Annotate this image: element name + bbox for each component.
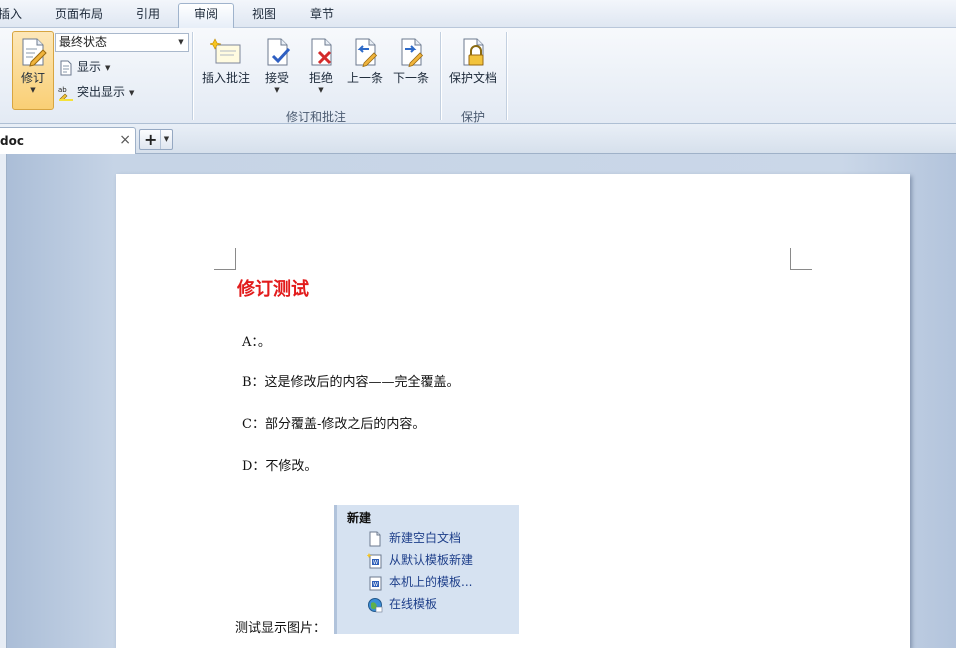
panel-item-label: 从默认模板新建 — [389, 553, 474, 567]
svg-text:W: W — [373, 560, 378, 566]
svg-text:ab: ab — [58, 86, 67, 94]
chevron-down-icon: ▼ — [274, 86, 280, 94]
group-label-protect: 保护 — [460, 110, 485, 124]
highlight-label: 突出显示 — [77, 85, 126, 99]
document-tab-name: doc — [0, 134, 24, 148]
chevron-down-icon: ▼ — [318, 86, 324, 94]
panel-item-local-templates: W 本机上的模板... — [367, 573, 472, 591]
template-icon: W — [369, 576, 382, 590]
insert-comment-button[interactable]: 插入批注 — [198, 32, 254, 102]
tab-insert[interactable]: 插入 — [0, 5, 24, 27]
menu-bar: 插入 页面布局 引用 审阅 视图 章节 — [0, 0, 956, 28]
lock-icon — [463, 38, 484, 66]
new-tab-button[interactable]: + ▼ — [139, 129, 173, 150]
tab-references[interactable]: 引用 — [128, 5, 168, 27]
reject-button[interactable]: 拒绝 ▼ — [302, 32, 340, 102]
next-icon — [401, 38, 424, 68]
protect-document-button[interactable]: 保护文档 — [446, 32, 500, 102]
reject-label: 拒绝 — [308, 71, 333, 85]
accept-label: 接受 — [264, 71, 289, 85]
panel-title: 新建 — [347, 511, 372, 525]
next-change-label: 下一条 — [392, 71, 429, 85]
panel-item-label: 本机上的模板... — [389, 575, 473, 589]
panel-item-label: 在线模板 — [389, 597, 438, 611]
chevron-down-icon[interactable]: ▼ — [160, 130, 172, 149]
template-icon: W — [367, 552, 382, 568]
globe-icon — [368, 597, 383, 612]
markup-state-value: 最终状态 — [59, 35, 108, 49]
track-changes-label: 修订 — [20, 71, 45, 85]
previous-icon — [355, 38, 378, 68]
tab-view[interactable]: 视图 — [244, 5, 284, 27]
margin-marker — [790, 248, 812, 270]
margin-marker — [214, 248, 236, 270]
previous-change-label: 上一条 — [346, 71, 383, 85]
chevron-down-icon: ▼ — [30, 86, 36, 94]
accept-button[interactable]: 接受 ▼ — [258, 32, 296, 102]
paragraph-a: A：。 — [242, 335, 271, 350]
accept-icon — [267, 38, 291, 66]
panel-item-label: 新建空白文档 — [389, 531, 462, 545]
show-markup-button[interactable]: 显示 ▼ — [58, 57, 110, 77]
paragraph-b: B：这是修改后的内容——完全覆盖。 — [242, 375, 460, 390]
blank-document-icon — [369, 531, 381, 546]
reject-icon — [311, 38, 332, 66]
panel-item-online-templates: 在线模板 — [367, 595, 437, 613]
comment-icon — [210, 38, 241, 64]
svg-text:W: W — [373, 582, 378, 588]
panel-item-default-template: W 从默认模板新建 — [367, 551, 473, 569]
document-title: 修订测试 — [237, 279, 309, 300]
tab-review[interactable]: 审阅 — [178, 3, 234, 28]
highlight-icon: ab — [58, 86, 73, 101]
protect-document-label: 保护文档 — [448, 71, 497, 85]
plus-icon: + — [144, 130, 158, 149]
insert-comment-label: 插入批注 — [201, 71, 250, 85]
group-separator — [192, 32, 193, 120]
group-separator — [506, 32, 507, 120]
highlight-button[interactable]: ab 突出显示 ▼ — [58, 82, 134, 102]
group-separator — [440, 32, 441, 120]
close-icon[interactable]: × — [119, 132, 131, 148]
tab-section[interactable]: 章节 — [302, 5, 342, 27]
track-changes-icon — [22, 38, 47, 67]
document-page[interactable]: 修订测试 A：。 B：这是修改后的内容——完全覆盖。 C：部分覆盖-修改之后的内… — [116, 174, 910, 648]
chevron-down-icon: ▼ — [105, 63, 111, 72]
embedded-image: 新建 新建空白文档 W 从默认模板新建 W 本机上的模板... 在线模板 — [334, 505, 519, 634]
document-icon — [60, 60, 72, 75]
chevron-down-icon: ▼ — [178, 38, 184, 46]
tab-page-layout[interactable]: 页面布局 — [48, 5, 110, 27]
vertical-ruler — [0, 154, 7, 648]
paragraph-d: D：不修改。 — [242, 459, 318, 474]
document-tab-strip: doc × + ▼ — [0, 124, 956, 154]
show-markup-label: 显示 — [77, 60, 102, 74]
panel-item-new-blank: 新建空白文档 — [367, 529, 461, 547]
chevron-down-icon: ▼ — [129, 88, 135, 97]
paragraph-c: C：部分覆盖-修改之后的内容。 — [242, 417, 426, 432]
previous-change-button[interactable]: 上一条 — [344, 32, 386, 102]
image-caption: 测试显示图片： — [235, 621, 327, 636]
group-label-revisions: 修订和批注 — [285, 110, 346, 124]
document-tab[interactable]: doc × — [0, 127, 136, 154]
markup-state-select[interactable]: 最终状态 ▼ — [55, 33, 189, 52]
track-changes-button[interactable]: 修订 ▼ — [12, 31, 54, 110]
ribbon: 修订 ▼ 最终状态 ▼ 显示 ▼ ab 突出显示 ▼ 插入批注 接受 ▼ 拒绝 … — [0, 28, 956, 124]
next-change-button[interactable]: 下一条 — [390, 32, 432, 102]
